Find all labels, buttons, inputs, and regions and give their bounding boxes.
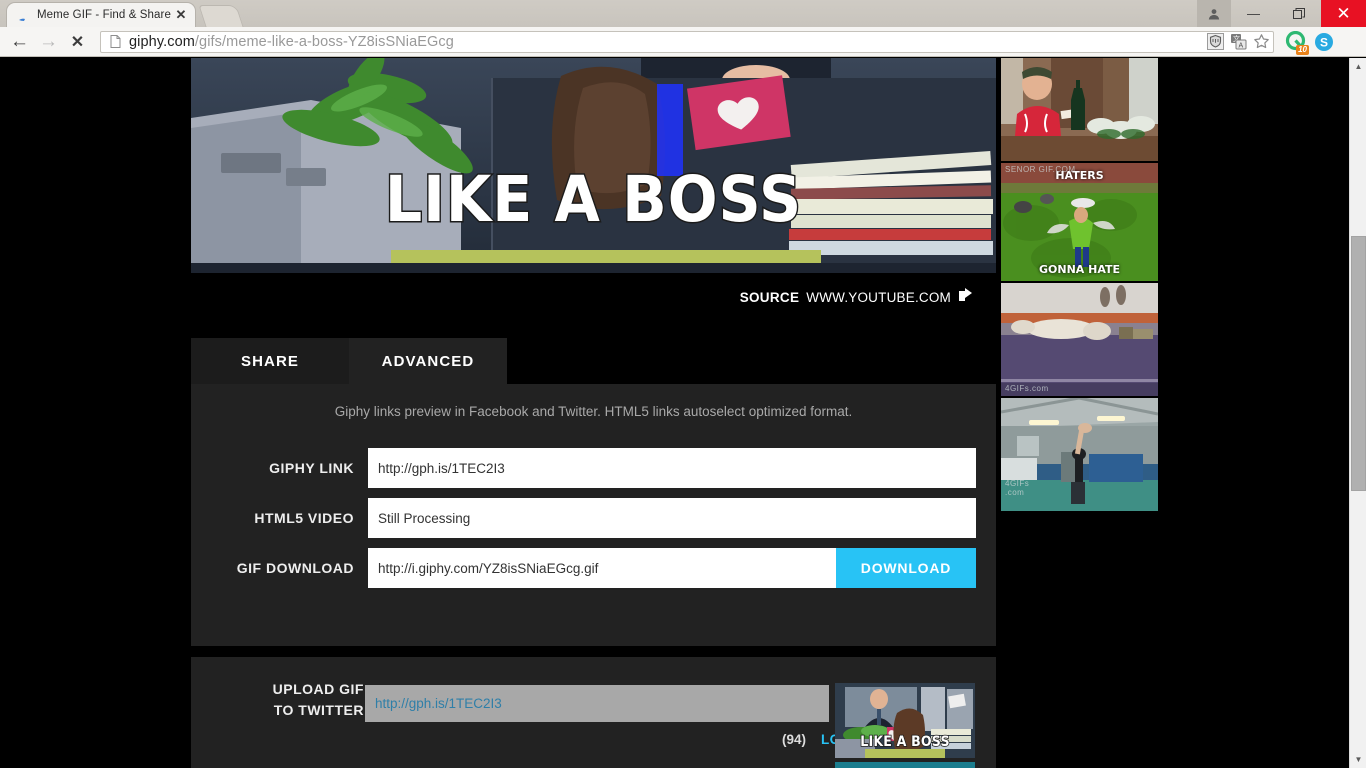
hamburger-menu-icon[interactable] <box>1341 31 1357 52</box>
svg-text:S: S <box>1319 35 1327 49</box>
address-bar-text: giphy.com/gifs/meme-like-a-boss-YZ8isSNi… <box>129 34 454 50</box>
download-button[interactable]: DOWNLOAD <box>836 548 976 588</box>
char-count: (94) <box>781 732 806 747</box>
shield-extension-icon[interactable] <box>1206 32 1225 51</box>
stop-loading-icon[interactable]: ✕ <box>63 27 92 56</box>
page-scrollbar[interactable]: ▲ ▼ <box>1349 58 1366 768</box>
tweet-text-input[interactable]: http://gph.is/1TEC2I3 <box>365 685 829 722</box>
field-row-gif-download: GIF DOWNLOAD http://i.giphy.com/YZ8isSNi… <box>191 548 996 588</box>
advanced-panel: Giphy links preview in Facebook and Twit… <box>191 384 996 646</box>
thumb-caption-bottom: GONNA HATE <box>1038 263 1121 276</box>
user-avatar-icon[interactable] <box>1197 0 1231 27</box>
new-tab-icon[interactable] <box>198 5 244 27</box>
thumb-watermark: SENOR GIF.COM <box>1005 165 1076 174</box>
tweet-preview-caption: LIKE A BOSS <box>860 733 951 751</box>
skype-extension-icon[interactable]: S <box>1313 31 1334 52</box>
main-gif-player[interactable]: LIKE A BOSS <box>191 58 996 273</box>
gif-caption-text: LIKE A BOSS <box>384 163 803 236</box>
close-icon[interactable]: ✕ <box>173 7 189 23</box>
adblock-extension-icon[interactable]: 10 <box>1285 31 1309 55</box>
thumb-wine-bottle[interactable] <box>1001 58 1158 161</box>
browser-extensions: 10 S <box>1280 31 1366 55</box>
giphy-link-label: GIPHY LINK <box>269 460 354 476</box>
scroll-down-arrow-icon[interactable]: ▼ <box>1350 751 1366 768</box>
thumb-watermark: 4GIFs.com <box>1005 384 1049 393</box>
minimize-button[interactable]: — <box>1231 0 1276 27</box>
url-host: giphy.com <box>129 33 195 50</box>
scroll-up-arrow-icon[interactable]: ▲ <box>1350 58 1366 75</box>
tab-share[interactable]: SHARE <box>191 338 349 384</box>
address-bar[interactable]: giphy.com/gifs/meme-like-a-boss-YZ8isSNi… <box>100 30 1274 53</box>
tweet-gif-preview[interactable]: LIKE A BOSS <box>835 683 975 758</box>
thumb-gym-fall[interactable]: 4GIFs.com <box>1001 283 1158 396</box>
browser-tabstrip: Meme GIF - Find & Share ✕ — ✕ <box>0 0 1366 27</box>
thumb-handstand[interactable]: 4GIFs .com <box>1001 398 1158 511</box>
twitter-upload-panel: UPLOAD GIF TO TWITTER http://gph.is/1TEC… <box>191 657 996 768</box>
omnibox-actions: 文 A <box>1206 32 1271 52</box>
browser-tab-title: Meme GIF - Find & Share <box>37 9 171 21</box>
field-row-html5-video: HTML5 VIDEO Still Processing <box>191 498 996 538</box>
upload-label-line1: UPLOAD GIF <box>272 681 364 697</box>
field-row-giphy-link: GIPHY LINK http://gph.is/1TEC2I3 <box>191 448 996 488</box>
tweet-button[interactable]: TWEET <box>835 762 975 768</box>
html5-video-input[interactable]: Still Processing <box>368 498 976 538</box>
translate-icon[interactable]: 文 A <box>1229 32 1248 51</box>
advanced-panel-note: Giphy links preview in Facebook and Twit… <box>334 404 853 419</box>
forward-arrow-icon[interactable]: → <box>34 27 63 56</box>
browser-window: Meme GIF - Find & Share ✕ — ✕ ← → ✕ giph… <box>0 0 1366 768</box>
svg-text:A: A <box>1239 43 1244 50</box>
related-gifs-sidebar: HATERS GONNA HATE SENOR GIF.COM 4GIFs.co… <box>1001 58 1158 513</box>
page-viewport: LIKE A BOSS SOURCE WWW.YOUTUBE.COM SHARE… <box>0 58 1366 768</box>
bookmark-star-icon[interactable] <box>1252 32 1271 51</box>
thumb-watermark: 4GIFs .com <box>1005 479 1030 497</box>
close-window-button[interactable]: ✕ <box>1321 0 1366 27</box>
giphy-link-input[interactable]: http://gph.is/1TEC2I3 <box>368 448 976 488</box>
source-label: SOURCE <box>739 289 800 305</box>
gif-download-input[interactable]: http://i.giphy.com/YZ8isSNiaEGcg.gif <box>368 548 836 588</box>
thumb-haters[interactable]: HATERS GONNA HATE SENOR GIF.COM <box>1001 163 1158 281</box>
share-advanced-tabs: SHARE ADVANCED <box>191 338 996 384</box>
giphy-page: LIKE A BOSS SOURCE WWW.YOUTUBE.COM SHARE… <box>0 58 1349 768</box>
gif-download-label: GIF DOWNLOAD <box>236 560 354 576</box>
upload-gif-to-twitter-label: UPLOAD GIF TO TWITTER <box>191 679 364 721</box>
upload-label-line2: TO TWITTER <box>273 702 364 718</box>
back-arrow-icon[interactable]: ← <box>5 27 34 56</box>
tab-advanced[interactable]: ADVANCED <box>349 338 507 384</box>
scrollbar-thumb[interactable] <box>1351 236 1366 491</box>
browser-tab[interactable]: Meme GIF - Find & Share ✕ <box>6 2 196 27</box>
source-value[interactable]: WWW.YOUTUBE.COM <box>806 290 951 305</box>
maximize-button[interactable] <box>1276 0 1321 27</box>
external-link-icon[interactable] <box>958 287 976 308</box>
browser-toolbar: ← → ✕ giphy.com/gifs/meme-like-a-boss-YZ… <box>0 27 1366 57</box>
page-document-icon <box>108 34 123 49</box>
giphy-favicon <box>17 10 31 24</box>
gif-source-row: SOURCE WWW.YOUTUBE.COM <box>191 280 996 314</box>
window-controls: — ✕ <box>1197 0 1366 27</box>
url-path: /gifs/meme-like-a-boss-YZ8isSNiaEGcg <box>194 33 454 50</box>
html5-video-label: HTML5 VIDEO <box>254 510 354 526</box>
extension-badge-count: 10 <box>1296 45 1309 55</box>
